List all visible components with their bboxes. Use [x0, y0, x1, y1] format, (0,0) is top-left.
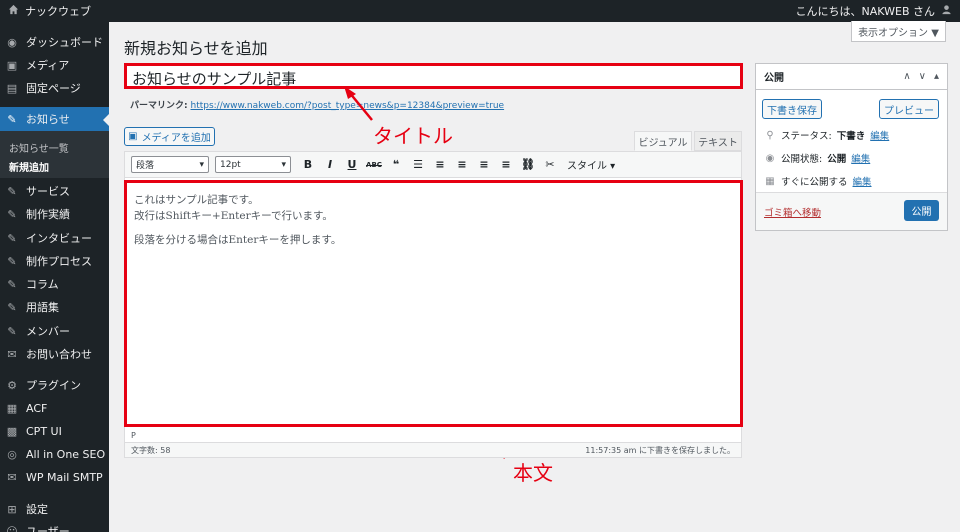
align-left-icon[interactable]: ≡	[451, 158, 473, 171]
editor-status-bar: 文字数: 58 11:57:35 am に下書きを保存しました。	[124, 442, 742, 458]
publish-box-header: 公開 ∧ ∨ ▴	[756, 64, 947, 90]
bold-icon[interactable]: B	[297, 158, 319, 171]
numbered-list-icon[interactable]: ≡	[429, 158, 451, 171]
eye-icon: ◉	[765, 152, 775, 164]
align-right-icon[interactable]: ≡	[495, 158, 517, 171]
schedule-row: ▦ すぐに公開する 編集	[765, 174, 872, 189]
chevron-down-icon: ▾	[199, 159, 204, 170]
format-select[interactable]: 段落 ▾	[131, 156, 209, 173]
save-draft-button[interactable]: 下書き保存	[762, 99, 822, 119]
visibility-row: ◉ 公開状態: 公開 編集	[765, 151, 871, 166]
annotation-title-label: タイトル	[373, 124, 453, 148]
tab-text[interactable]: テキスト	[694, 131, 742, 151]
body-line-3: 段落を分ける場合はEnterキーを押します。	[134, 234, 342, 246]
autosave-status: 11:57:35 am に下書きを保存しました。	[585, 445, 735, 455]
align-center-icon[interactable]: ≡	[473, 158, 495, 171]
edit-schedule-link[interactable]: 編集	[853, 174, 872, 188]
publish-heading: 公開	[764, 73, 784, 84]
strikethrough-icon[interactable]: ABC	[363, 161, 385, 169]
element-path: P	[131, 431, 136, 440]
calendar-icon: ▦	[765, 175, 775, 187]
chevron-down-icon: ▾	[281, 159, 286, 170]
publish-button[interactable]: 公開	[904, 200, 939, 221]
edit-visibility-link[interactable]: 編集	[851, 151, 870, 165]
status-row: ⚲ ステータス: 下書き 編集	[764, 128, 889, 143]
tab-visual[interactable]: ビジュアル	[634, 131, 692, 151]
editor-toolbar: 段落 ▾ 12pt ▾ B I U ABC ❝ ☰ ≡ ≡ ≡ ≡ ⛓ ✂ スタイル…	[124, 151, 742, 178]
move-up-icon[interactable]: ∧	[903, 71, 910, 82]
collapse-icon[interactable]: ▴	[934, 71, 939, 82]
style-dropdown[interactable]: スタイル ▾	[567, 157, 615, 172]
add-media-button[interactable]: ▣ メディアを追加	[124, 127, 215, 146]
link-icon[interactable]: ⛓	[517, 158, 539, 171]
body-line-1: これはサンプル記事です。	[134, 194, 259, 206]
blockquote-icon[interactable]: ❝	[385, 158, 407, 171]
font-size-select[interactable]: 12pt ▾	[215, 156, 291, 173]
pin-icon: ⚲	[766, 129, 774, 141]
move-down-icon[interactable]: ∨	[919, 71, 926, 82]
post-body-editor[interactable]: これはサンプル記事です。 改行はShiftキー+Enterキーで行います。 段落…	[124, 180, 743, 427]
body-line-2: 改行はShiftキー+Enterキーで行います。	[134, 210, 333, 222]
move-to-trash-link[interactable]: ゴミ箱へ移動	[764, 205, 821, 219]
edit-status-link[interactable]: 編集	[870, 128, 889, 142]
media-icon: ▣	[128, 131, 138, 142]
word-count: 文字数: 58	[131, 445, 171, 455]
unlink-icon[interactable]: ✂	[539, 158, 561, 171]
bullet-list-icon[interactable]: ☰	[407, 158, 429, 171]
preview-button[interactable]: プレビュー	[879, 99, 939, 119]
annotation-body-label: 本文	[513, 461, 553, 485]
publish-box: 公開 ∧ ∨ ▴ 下書き保存 プレビュー ⚲ ステータス: 下書き 編集 ◉ 公…	[755, 63, 948, 231]
underline-icon[interactable]: U	[341, 158, 363, 171]
italic-icon[interactable]: I	[319, 158, 341, 171]
